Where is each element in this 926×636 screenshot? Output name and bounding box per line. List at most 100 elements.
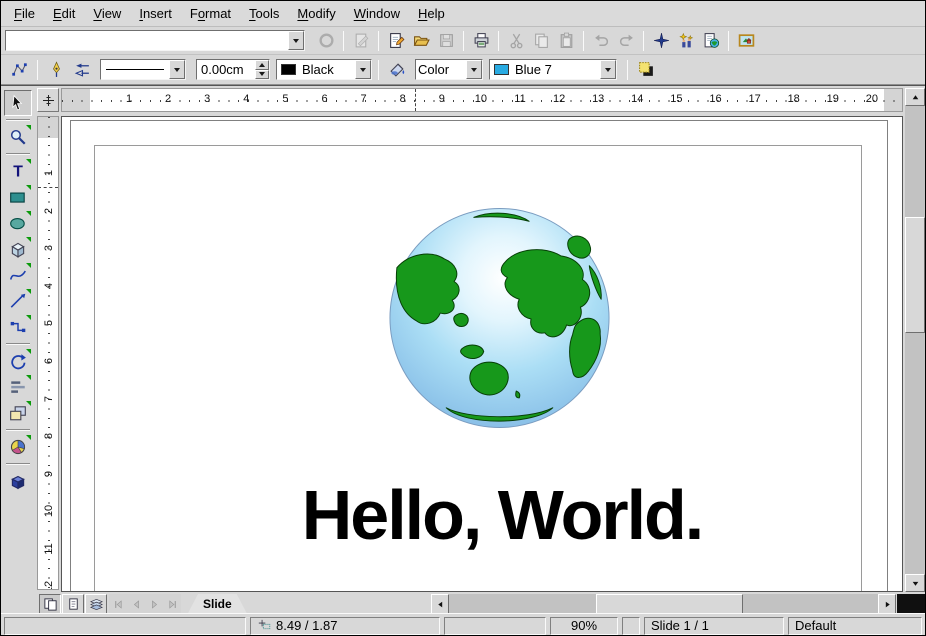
select-tool-button[interactable]: [4, 90, 32, 116]
line-width-decrease-icon[interactable]: [255, 70, 269, 80]
status-slide-text: Slide 1 / 1: [651, 618, 709, 633]
menu-format[interactable]: Format: [181, 3, 240, 24]
line-color-dropdown-arrow-icon[interactable]: [355, 60, 371, 79]
alignment-tool-button[interactable]: [4, 374, 32, 400]
line-style-dropdown-arrow-icon[interactable]: [169, 60, 185, 79]
hruler-number: 14: [631, 93, 643, 105]
fill-color-dropdown-arrow-icon[interactable]: [600, 60, 616, 79]
menu-view[interactable]: View: [84, 3, 130, 24]
horizontal-scrollbar-thumb[interactable]: [596, 594, 743, 614]
shadow-button[interactable]: [634, 58, 658, 82]
flyout-indicator-icon: [26, 289, 31, 294]
open-document-button[interactable]: [409, 29, 433, 53]
flyout-indicator-icon: [26, 401, 31, 406]
first-page-icon: [113, 599, 124, 610]
text-tool-button[interactable]: T: [4, 158, 32, 184]
status-zoom[interactable]: 90%: [550, 617, 618, 635]
globe-object[interactable]: [387, 203, 612, 433]
status-page-style[interactable]: Default: [788, 617, 922, 635]
line-color-combobox[interactable]: Black: [276, 59, 372, 80]
new-document-icon: [388, 32, 405, 49]
url-dropdown-arrow-icon[interactable]: [288, 31, 304, 50]
first-page-button: [109, 594, 127, 614]
page-view-button[interactable]: [39, 594, 61, 614]
tab-slide-1[interactable]: Slide 1: [187, 594, 248, 615]
menu-modify[interactable]: Modify: [288, 3, 344, 24]
fill-style-dropdown-arrow-icon[interactable]: [466, 60, 482, 79]
connector-tool-button[interactable]: [4, 314, 32, 340]
status-size[interactable]: [444, 617, 546, 635]
horizontal-scrollbar[interactable]: [449, 594, 878, 614]
line-width-field[interactable]: 0.00cm: [196, 59, 270, 80]
hyperlink-button[interactable]: [699, 29, 723, 53]
ruler-origin-icon: [42, 94, 55, 107]
hello-world-text[interactable]: Hello, World.: [212, 477, 792, 554]
menu-help[interactable]: Help: [409, 3, 454, 24]
menu-window[interactable]: Window: [345, 3, 409, 24]
horizontal-ruler[interactable]: 123456789101112131415161718192021: [61, 88, 903, 112]
fill-style-combobox[interactable]: Color: [415, 59, 483, 80]
flyout-indicator-icon: [26, 315, 31, 320]
vruler-number: 1: [43, 170, 55, 176]
next-page-icon: [149, 599, 160, 610]
navigator-button[interactable]: [649, 29, 673, 53]
menu-file[interactable]: File: [5, 3, 44, 24]
drawing-canvas[interactable]: Hello, World.: [61, 116, 903, 592]
line-color-swatch: [281, 64, 296, 75]
insert-tool-button[interactable]: [4, 434, 32, 460]
status-info[interactable]: [4, 617, 246, 635]
fill-color-combobox[interactable]: Blue 7: [489, 59, 617, 80]
pen-line-button[interactable]: [44, 58, 68, 82]
area-fill-button[interactable]: [385, 58, 409, 82]
vertical-scrollbar[interactable]: [905, 88, 925, 592]
hruler-number: 6: [321, 93, 327, 105]
url-input[interactable]: [6, 33, 288, 48]
lines-arrows-tool-button[interactable]: [4, 288, 32, 314]
hruler-number: 3: [204, 93, 210, 105]
line-width-value[interactable]: 0.00cm: [197, 62, 255, 77]
flyout-indicator-icon: [26, 375, 31, 380]
3d-objects-tool-button[interactable]: [4, 236, 32, 262]
menu-insert[interactable]: Insert: [130, 3, 181, 24]
layer-view-icon: [89, 597, 104, 612]
effects-icon: [9, 472, 27, 490]
zoom-button[interactable]: [674, 29, 698, 53]
paint-can-icon: [389, 61, 406, 78]
line-style-combobox[interactable]: [100, 59, 186, 80]
vertical-ruler[interactable]: 123456789101112: [37, 116, 59, 590]
arrange-tool-button[interactable]: [4, 400, 32, 426]
ellipse-tool-button[interactable]: [4, 210, 32, 236]
status-slide[interactable]: Slide 1 / 1: [644, 617, 784, 635]
ruler-origin-button[interactable]: [37, 88, 59, 112]
status-modified[interactable]: [622, 617, 640, 635]
print-document-button[interactable]: [469, 29, 493, 53]
edit-points-button[interactable]: [7, 58, 31, 82]
edit-file-icon: [353, 32, 370, 49]
connector-icon: [9, 318, 27, 336]
gallery-button[interactable]: [734, 29, 758, 53]
menu-edit[interactable]: Edit: [44, 3, 84, 24]
rotate-tool-button[interactable]: [4, 348, 32, 374]
hscroll-right-button[interactable]: [878, 594, 896, 614]
vertical-scrollbar-thumb[interactable]: [905, 217, 925, 333]
scroll-up-button[interactable]: [905, 88, 925, 106]
ellipse-icon: [9, 214, 27, 232]
hscroll-left-button[interactable]: [431, 594, 449, 614]
scroll-down-button[interactable]: [905, 574, 925, 592]
layer-view-button[interactable]: [85, 594, 107, 614]
effects-tool-button[interactable]: [4, 468, 32, 494]
menu-tools[interactable]: Tools: [240, 3, 288, 24]
new-document-button[interactable]: [384, 29, 408, 53]
curve-tool-button[interactable]: [4, 262, 32, 288]
zoom-tool-button[interactable]: [4, 124, 32, 150]
line-width-increase-icon[interactable]: [255, 60, 269, 70]
app-window: FileEditViewInsertFormatToolsModifyWindo…: [0, 0, 926, 636]
rectangle-tool-button[interactable]: [4, 184, 32, 210]
hruler-number: 1: [126, 93, 132, 105]
url-combobox[interactable]: [5, 30, 305, 51]
master-view-button[interactable]: [62, 594, 84, 614]
arrow-style-button[interactable]: [70, 58, 94, 82]
status-position[interactable]: 8.49 / 1.87: [250, 617, 440, 635]
status-position-text: 8.49 / 1.87: [276, 618, 337, 633]
hruler-number: 18: [788, 93, 800, 105]
